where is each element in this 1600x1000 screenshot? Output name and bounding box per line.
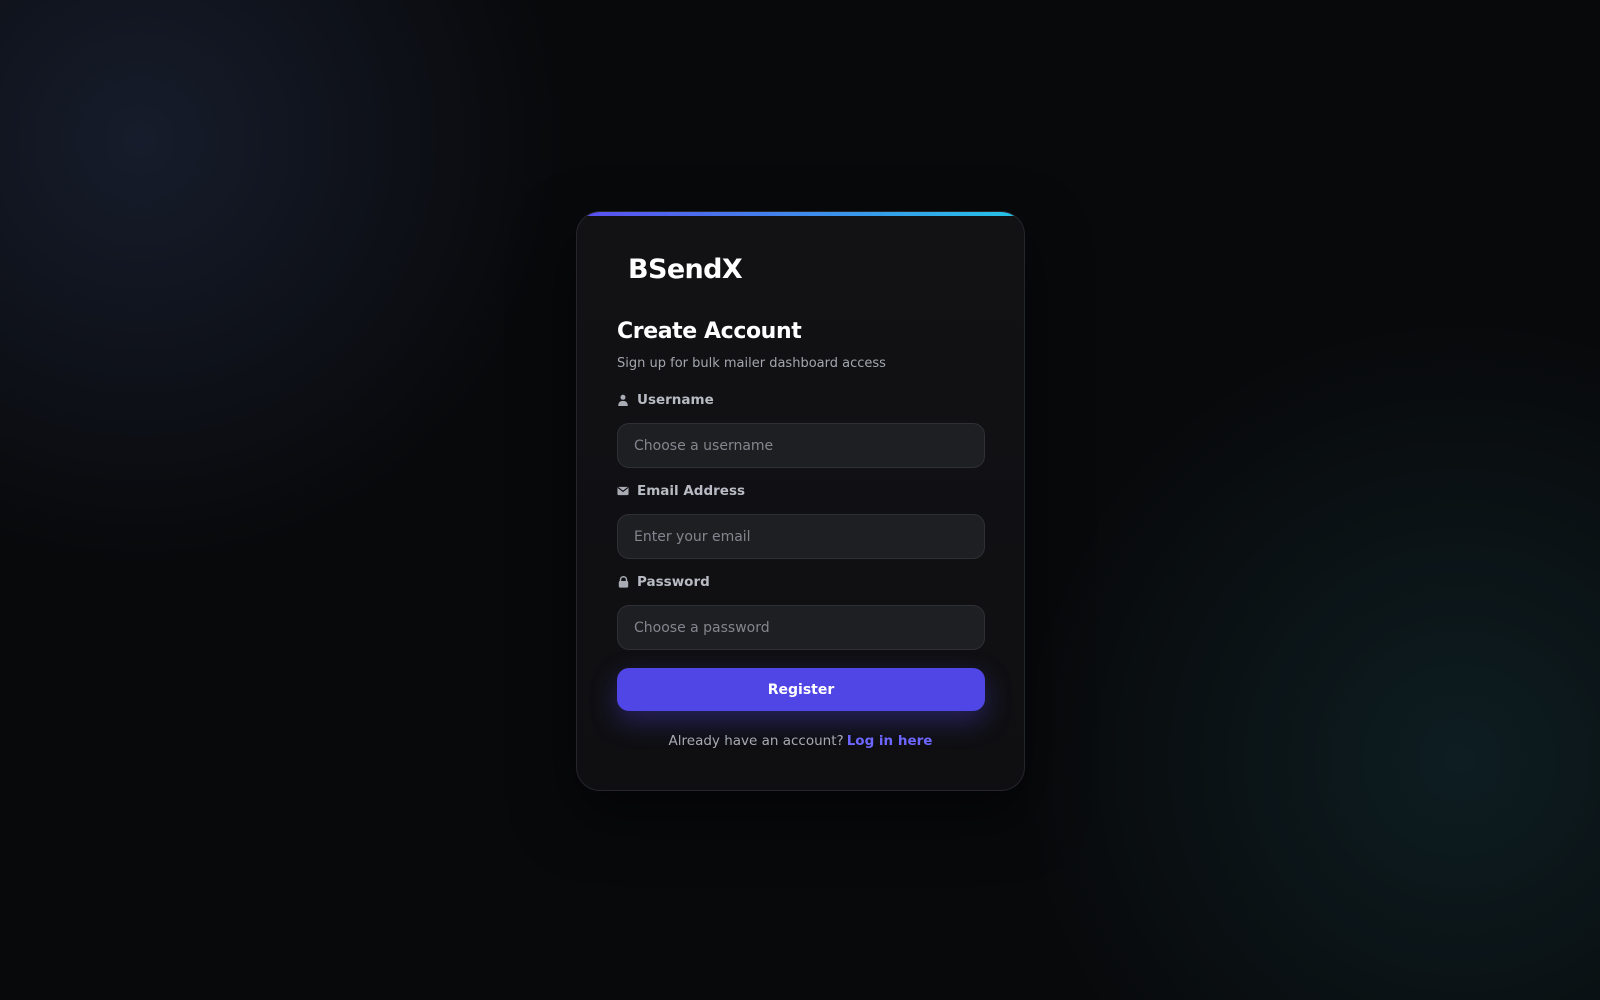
lock-icon xyxy=(617,576,629,588)
page-title: Create Account xyxy=(617,319,802,344)
password-label: Password xyxy=(617,574,710,590)
card-gradient-bar xyxy=(577,212,1024,216)
login-link[interactable]: Log in here xyxy=(847,733,933,749)
login-prompt-text: Already have an account? xyxy=(668,733,844,749)
page-subtitle: Sign up for bulk mailer dashboard access xyxy=(617,356,886,371)
register-card: BSendX Create Account Sign up for bulk m… xyxy=(576,211,1025,791)
username-label-text: Username xyxy=(637,392,714,408)
password-input[interactable] xyxy=(617,605,985,650)
email-label-text: Email Address xyxy=(637,483,746,499)
email-label: Email Address xyxy=(617,483,745,499)
user-icon xyxy=(617,394,629,406)
brand-logo: BSendX xyxy=(628,254,743,285)
username-label: Username xyxy=(617,392,714,408)
username-input[interactable] xyxy=(617,423,985,468)
login-prompt: Already have an account? Log in here xyxy=(577,733,1024,749)
password-label-text: Password xyxy=(637,574,710,590)
email-input[interactable] xyxy=(617,514,985,559)
register-button[interactable]: Register xyxy=(617,668,985,711)
envelope-icon xyxy=(617,485,629,497)
